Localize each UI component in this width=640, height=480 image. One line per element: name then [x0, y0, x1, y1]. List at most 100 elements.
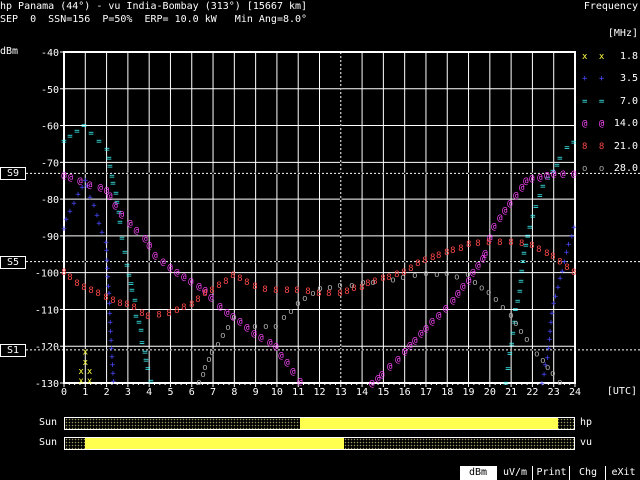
data-point-28.0mhz: o [423, 269, 428, 279]
data-point-7.0mhz: = [537, 191, 543, 201]
data-point-14.0mhz: @ [297, 377, 303, 387]
data-point-21.0mhz: 8 [61, 268, 66, 278]
legend-item-14.0mhz: @ @ 14.0 [582, 118, 638, 130]
x-tick-label: 11 [292, 387, 304, 398]
data-point-21.0mhz: 8 [189, 300, 194, 310]
data-point-21.0mhz: 8 [273, 286, 278, 296]
data-point-21.0mhz: 8 [156, 311, 161, 321]
exit-button[interactable]: eXit [605, 466, 640, 480]
data-point-7.0mhz: = [509, 340, 515, 350]
s-level-s5-label: S5 [0, 255, 26, 269]
data-point-21.0mhz: 8 [81, 283, 86, 293]
x-tick-label: 19 [463, 387, 475, 398]
x-tick-label: 6 [189, 387, 195, 398]
data-point-14.0mhz: @ [429, 317, 435, 327]
legend-marker-icon: o o [582, 164, 608, 174]
data-point-14.0mhz: @ [68, 173, 74, 183]
data-point-28.0mhz: o [434, 270, 439, 280]
data-point-28.0mhz: o [337, 281, 342, 291]
data-point-21.0mhz: 8 [508, 238, 513, 248]
y-tick-label: -100 [35, 269, 59, 280]
data-point-21.0mhz: 8 [74, 279, 79, 289]
data-point-1.8mhz: x [87, 376, 93, 386]
print-button[interactable]: Print [532, 466, 570, 480]
data-point-28.0mhz: o [486, 288, 491, 298]
data-point-28.0mhz: o [281, 313, 286, 323]
data-point-21.0mhz: 8 [216, 281, 221, 291]
legend-item-28.0mhz: o o 28.0 [582, 163, 638, 175]
data-point-28.0mhz: o [479, 283, 484, 293]
data-point-21.0mhz: 8 [550, 252, 555, 262]
x-tick-label: 9 [253, 387, 259, 398]
data-point-14.0mhz: @ [119, 210, 125, 220]
data-point-21.0mhz: 8 [571, 268, 576, 278]
s-level-s1-label: S1 [0, 343, 26, 357]
legend-marker-icon: 8 8 [582, 141, 608, 152]
data-point-14.0mhz: @ [237, 317, 243, 327]
data-point-21.0mhz: 8 [422, 256, 427, 266]
data-point-3.5mhz: + [539, 379, 545, 389]
x-tick-label: 10 [271, 387, 283, 398]
data-point-3.5mhz: + [91, 201, 97, 211]
s-level-s9-label: S9 [0, 167, 26, 181]
legend-frequency-value: 21.0 [613, 140, 638, 152]
data-point-14.0mhz: @ [571, 169, 577, 179]
data-point-21.0mhz: 8 [166, 309, 171, 319]
data-point-3.5mhz: + [104, 246, 110, 256]
data-point-28.0mhz: o [263, 322, 268, 332]
data-point-7.0mhz: = [122, 248, 128, 258]
y-tick-label: -80 [41, 195, 59, 206]
y-tick-label: -70 [41, 158, 59, 169]
data-point-21.0mhz: 8 [430, 253, 435, 263]
x-tick-label: 24 [569, 387, 581, 398]
data-point-28.0mhz: o [225, 323, 230, 333]
data-point-14.0mhz: @ [529, 174, 535, 184]
data-point-7.0mhz: = [81, 122, 87, 132]
change-button[interactable]: Chg [569, 466, 606, 480]
data-point-7.0mhz: = [518, 277, 524, 287]
data-point-14.0mhz: @ [97, 183, 103, 193]
data-point-28.0mhz: o [518, 327, 523, 337]
data-point-21.0mhz: 8 [223, 277, 228, 287]
data-point-14.0mhz: @ [160, 258, 166, 268]
dbm-button[interactable]: dBm [460, 466, 496, 480]
data-point-28.0mhz: o [412, 271, 417, 281]
x-tick-label: 0 [61, 387, 67, 398]
data-point-14.0mhz: @ [379, 370, 385, 380]
data-point-28.0mhz: o [302, 294, 307, 304]
data-point-14.0mhz: @ [174, 268, 180, 278]
data-point-7.0mhz: = [517, 287, 523, 297]
legend-marker-icon: @ @ [582, 119, 608, 130]
x-tick-label: 5 [167, 387, 173, 398]
uvm-button[interactable]: uV/m [496, 466, 533, 480]
data-point-21.0mhz: 8 [252, 282, 257, 292]
data-point-21.0mhz: 8 [436, 251, 441, 261]
data-point-21.0mhz: 8 [475, 239, 480, 249]
data-point-21.0mhz: 8 [557, 257, 562, 267]
legend-item-3.5mhz: + + 3.5 [582, 73, 638, 85]
data-point-3.5mhz: + [105, 272, 111, 282]
legend-marker-icon: + + [582, 74, 608, 85]
data-point-21.0mhz: 8 [139, 309, 144, 319]
legend-frequency-value: 1.8 [619, 51, 638, 62]
data-point-7.0mhz: = [110, 179, 116, 189]
data-point-21.0mhz: 8 [519, 239, 524, 249]
x-tick-label: 22 [526, 387, 538, 398]
data-point-14.0mhz: @ [152, 251, 158, 261]
x-tick-label: 17 [420, 387, 432, 398]
data-point-14.0mhz: @ [61, 171, 67, 181]
data-point-21.0mhz: 8 [529, 241, 534, 251]
data-point-21.0mhz: 8 [415, 259, 420, 269]
data-point-28.0mhz: o [390, 275, 395, 285]
data-point-28.0mhz: o [273, 322, 278, 332]
data-point-21.0mhz: 8 [244, 278, 249, 288]
x-tick-label: 2 [104, 387, 110, 398]
data-point-28.0mhz: o [349, 281, 354, 291]
data-point-1.8mhz: x [83, 348, 89, 358]
data-point-7.0mhz: = [564, 144, 570, 154]
data-point-14.0mhz: @ [436, 311, 442, 321]
sun-label-hp: Sun [39, 417, 58, 428]
legend-marker-icon: = = [582, 96, 608, 107]
x-tick-label: 12 [313, 387, 325, 398]
data-point-21.0mhz: 8 [497, 238, 502, 248]
